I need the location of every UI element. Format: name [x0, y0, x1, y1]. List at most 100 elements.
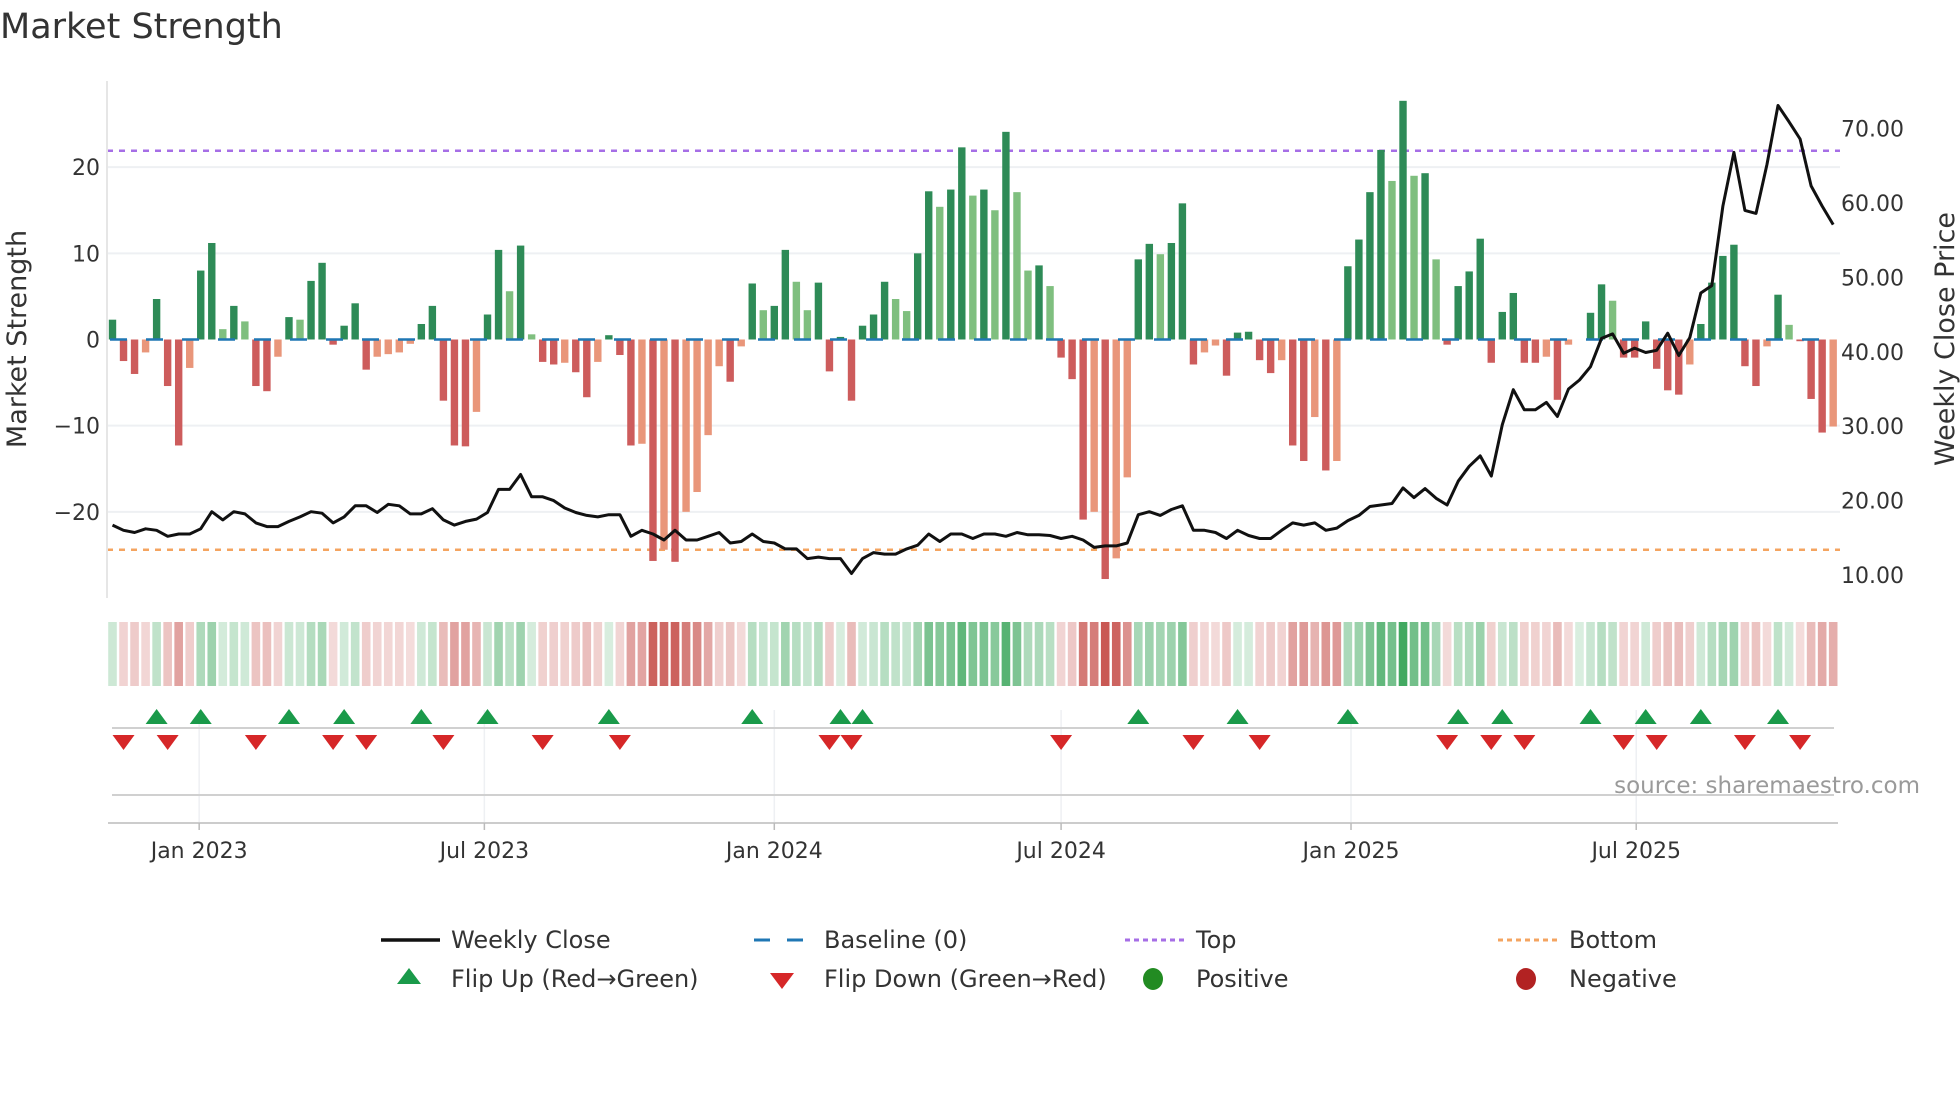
strength-bar [1597, 284, 1606, 340]
strength-bar [163, 339, 172, 387]
strength-bar [715, 339, 723, 367]
legend-item-top: Top [1125, 926, 1237, 954]
heat-cell [538, 622, 547, 686]
strength-bar [1410, 175, 1418, 340]
strength-bar [152, 299, 161, 340]
strength-bar [858, 325, 867, 340]
strength-bar [1333, 339, 1341, 461]
strength-bar [1311, 339, 1319, 418]
heat-cell [571, 622, 581, 686]
y2-tick-label: 10.00 [1841, 564, 1904, 589]
flip-up-marker [1491, 709, 1514, 724]
heat-cell [428, 622, 437, 686]
heat-cell [1619, 622, 1628, 686]
strength-bar [969, 195, 977, 340]
heat-cell [1464, 622, 1474, 686]
heat-cell [1277, 622, 1286, 686]
strength-bar [263, 339, 271, 392]
y2-tick-label: 60.00 [1841, 192, 1904, 217]
strength-bar [494, 249, 503, 340]
strength-bar [186, 339, 194, 368]
heat-cell [1156, 622, 1165, 686]
flip-down-marker [322, 735, 345, 750]
strength-bar [1123, 339, 1131, 478]
strength-bar [1432, 259, 1440, 340]
heat-cell [1167, 622, 1176, 686]
legend-label: Negative [1569, 965, 1677, 993]
strength-bar [351, 303, 359, 340]
flip-down-marker [1436, 735, 1459, 750]
strength-bar [1366, 192, 1374, 340]
x-tick-label: Jul 2025 [1589, 839, 1681, 864]
heat-cell [1696, 622, 1706, 686]
strength-bar [1057, 339, 1065, 358]
strength-bar [1079, 339, 1087, 520]
strength-bar [748, 283, 756, 340]
flip-down-marker [1480, 735, 1503, 750]
strength-bar [1741, 339, 1749, 367]
strength-bar [1300, 339, 1308, 461]
strength-bar [803, 310, 812, 340]
strength-bar [119, 339, 128, 362]
heat-cell [1067, 622, 1077, 686]
heat-cell [417, 622, 426, 686]
heat-cell [1398, 622, 1408, 686]
heat-cell [814, 622, 823, 686]
heat-cell [714, 622, 724, 686]
strength-bar [825, 339, 834, 372]
strength-bar [197, 270, 205, 340]
heat-cell [869, 622, 878, 686]
strength-bar [1035, 265, 1043, 340]
strength-bar [450, 339, 459, 446]
heat-cell [273, 622, 283, 686]
strength-bar [958, 147, 966, 340]
legend-label: Flip Down (Green→Red) [824, 965, 1107, 993]
heat-cell [394, 622, 404, 686]
heat-cell [1354, 622, 1364, 686]
heat-cell [1740, 622, 1750, 686]
legend-item-flip-down: Flip Down (Green→Red) [770, 965, 1107, 993]
flip-up-marker [476, 709, 499, 724]
strength-bar [1476, 238, 1484, 340]
legend-item-positive: Positive [1143, 965, 1289, 993]
heat-cell [163, 622, 172, 686]
strength-bar [538, 339, 547, 362]
strength-bar [1046, 286, 1054, 340]
heat-cell [350, 622, 360, 686]
heat-cell [1795, 622, 1805, 686]
strength-bar [130, 339, 139, 374]
market-strength-chart: Market Strength −20 −10 0 10 20 10.00 20.00 30.… [0, 7, 1960, 993]
heat-cell [284, 622, 294, 686]
strength-bar [1719, 255, 1727, 340]
heat-cell [461, 622, 470, 686]
legend-label: Bottom [1569, 926, 1657, 954]
strength-bar [1090, 339, 1098, 512]
y-tick-label: 10 [72, 242, 100, 267]
legend-label: Flip Up (Red→Green) [451, 965, 699, 993]
strength-bar [285, 317, 293, 340]
heat-cell [1663, 622, 1673, 686]
heat-cell [1012, 622, 1022, 686]
strength-bar [1520, 339, 1529, 363]
strength-bar [340, 325, 348, 340]
strength-bar [428, 305, 437, 340]
legend-label: Top [1195, 926, 1237, 954]
legend-item-flip-up: Flip Up (Red→Green) [397, 965, 699, 993]
strength-bar [395, 339, 403, 353]
flip-up-marker [1336, 709, 1359, 724]
strength-bar [1068, 339, 1076, 380]
flip-up-marker [1226, 709, 1249, 724]
heat-cell [692, 622, 702, 686]
y2-axis-title: Weekly Close Price [1930, 212, 1960, 466]
heat-cell [1641, 622, 1650, 686]
strength-bar [605, 335, 613, 340]
circle-icon [1516, 968, 1536, 990]
strength-bar [913, 253, 922, 340]
heat-cell [1674, 622, 1684, 686]
strength-bar [362, 339, 370, 370]
flip-down-marker [1513, 735, 1536, 750]
flip-down-marker [1050, 735, 1073, 750]
flip-down-marker [156, 735, 179, 750]
heat-cell [516, 622, 525, 686]
strength-bar [1399, 100, 1407, 340]
